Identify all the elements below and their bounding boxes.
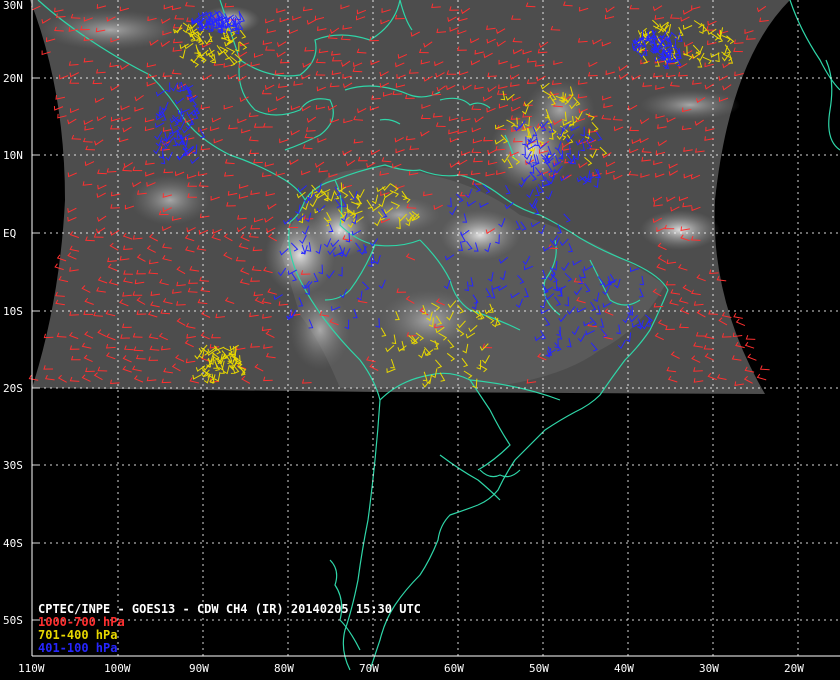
lon-label: 30W [699,662,719,675]
lon-label: 40W [614,662,634,675]
lat-label: 40S [3,537,23,550]
wind-barb [745,335,756,340]
latitude-labels: 30N 20N 10N EQ 10S 20S 30S 40S 50S [3,0,23,627]
wind-barb [756,373,767,381]
lat-label: 20N [3,72,23,85]
map-legend: CPTEC/INPE - GOES13 - CDW CH4 (IR) 20140… [38,603,421,655]
longitude-labels: 110W 100W 90W 80W 70W 60W 50W 40W 30W 20W [18,662,804,675]
legend-high-level: 401-100 hPa [38,641,118,655]
wind-barb [735,318,746,327]
wind-barb [759,365,770,371]
lat-label: 30N [3,0,23,12]
lat-label: 20S [3,382,23,395]
wind-barb [747,353,757,361]
lon-label: 100W [104,662,131,675]
lon-label: 80W [274,662,294,675]
map-view: 30N 20N 10N EQ 10S 20S 30S 40S 50S 110W 100W 90W 80… [0,0,840,680]
lat-label: 10N [3,149,23,162]
lon-label: 50W [529,662,549,675]
lon-label: 60W [444,662,464,675]
lat-label: 30S [3,459,23,472]
satellite-wind-map: 30N 20N 10N EQ 10S 20S 30S 40S 50S 110W 100W 90W 80… [3,0,840,675]
lat-label: 50S [3,614,23,627]
lon-label: 20W [784,662,804,675]
wind-barb [744,341,755,349]
lat-label: EQ [3,227,16,240]
lat-label: 10S [3,305,23,318]
lon-label: 70W [359,662,379,675]
lon-label: 110W [18,662,45,675]
wind-barb [733,312,743,319]
lon-label: 90W [189,662,209,675]
